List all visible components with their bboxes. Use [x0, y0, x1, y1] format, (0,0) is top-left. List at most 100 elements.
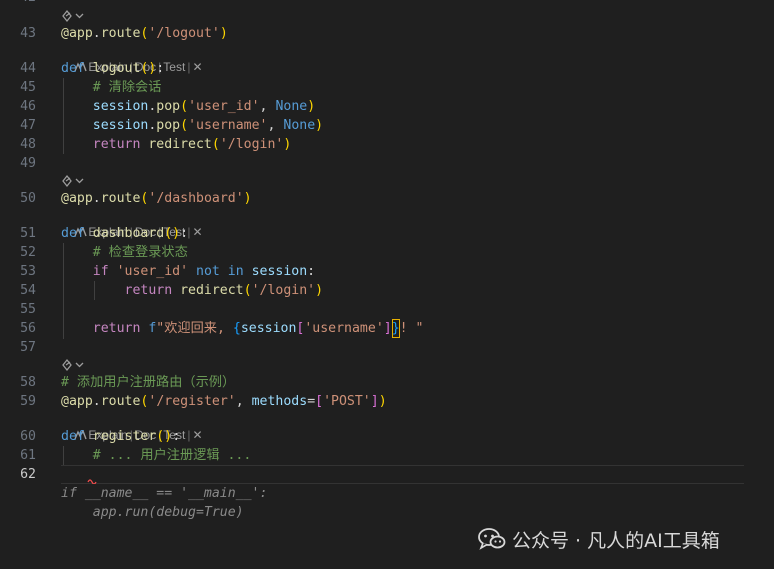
code-token: pop — [156, 99, 181, 114]
code-token: 'POST' — [323, 394, 371, 409]
code-token: methods — [251, 394, 308, 409]
code-line[interactable]: 47 session.pop('username', None) — [0, 116, 774, 135]
code-line[interactable]: 44 def logout(): — [0, 59, 774, 78]
line-number: 52 — [20, 245, 36, 260]
code-token: @app — [61, 26, 93, 41]
code-text: @app.route('/register', methods=['POST']… — [61, 392, 387, 411]
code-token: . — [92, 394, 101, 409]
code-token: return — [92, 137, 149, 152]
code-token: route — [100, 191, 141, 206]
code-token: ) — [315, 118, 324, 133]
code-token: '/login' — [251, 283, 316, 298]
code-token: . — [92, 26, 101, 41]
code-token: return — [92, 321, 149, 336]
code-token: "欢迎回来, — [156, 321, 233, 336]
code-line[interactable]: 57 — [0, 338, 774, 357]
line-number: 56 — [20, 321, 36, 336]
code-token: '/logout' — [148, 26, 220, 41]
code-line[interactable]: 51 def dashboard(): — [0, 224, 774, 243]
code-line[interactable]: 56 return f"欢迎回来, {session['username']}!… — [0, 319, 774, 338]
code-token: return — [124, 283, 181, 298]
line-number: 62 — [20, 467, 36, 482]
code-line[interactable]: 58 # 添加用户注册路由（示例） — [0, 373, 774, 392]
code-token: not in — [188, 264, 252, 279]
code-text: def logout(): — [61, 59, 164, 78]
ai-sparkle-icon[interactable] — [61, 358, 87, 372]
code-token: # ... 用户注册逻辑 ... — [92, 448, 252, 463]
code-token: [ — [315, 394, 324, 409]
line-number: 53 — [20, 264, 36, 279]
code-text: session.pop('username', None) — [61, 116, 323, 135]
line-number: 42 — [0, 0, 36, 7]
code-token: , — [259, 99, 276, 114]
code-line[interactable]: 52 # 检查登录状态 — [0, 243, 774, 262]
code-line[interactable]: 45 # 清除会话 — [0, 78, 774, 97]
code-text: if 'user_id' not in session: — [61, 262, 315, 281]
code-token: session — [92, 118, 149, 133]
code-token: if — [92, 264, 117, 279]
line-number: 49 — [20, 156, 36, 171]
code-line[interactable]: 49 — [0, 154, 774, 173]
code-token: , — [235, 394, 252, 409]
code-line[interactable]: 60 def register(): — [0, 427, 774, 446]
ai-sparkle-icon[interactable] — [61, 174, 87, 188]
code-line[interactable]: 43 @app.route('/logout') — [0, 24, 774, 43]
code-token: '/dashboard' — [148, 191, 244, 206]
watermark: 公众号 · 凡人的AI工具箱 — [478, 525, 720, 553]
code-token: None — [283, 118, 316, 133]
code-token: ( — [211, 137, 220, 152]
code-line[interactable]: 55 — [0, 300, 774, 319]
code-line[interactable]: 61 # ... 用户注册逻辑 ... — [0, 446, 774, 465]
code-token: redirect — [148, 137, 212, 152]
code-token: ) — [283, 137, 292, 152]
line-number: 48 — [20, 137, 36, 152]
code-token: ) — [243, 191, 252, 206]
code-token: () — [140, 61, 157, 76]
ai-sparkle-icon[interactable] — [61, 9, 87, 23]
code-line[interactable]: 62 — [0, 465, 774, 484]
code-token: ( — [243, 283, 252, 298]
code-token: () — [156, 429, 173, 444]
line-number: 54 — [20, 283, 36, 298]
code-text: # 检查登录状态 — [61, 243, 188, 262]
code-line[interactable]: 50 @app.route('/dashboard') — [0, 189, 774, 208]
code-token: = — [307, 394, 316, 409]
code-token: def — [61, 226, 93, 241]
codelens-actions: Explain | Doc | Test | ✕ — [61, 208, 203, 239]
code-line[interactable]: 54 return redirect('/login') — [0, 281, 774, 300]
line-number: 61 — [20, 448, 36, 463]
code-line[interactable]: 53 if 'user_id' not in session: — [0, 262, 774, 281]
code-token: : — [156, 61, 165, 76]
code-token: ) — [378, 394, 387, 409]
code-line[interactable]: 46 session.pop('user_id', None) — [0, 97, 774, 116]
line-number: 43 — [20, 26, 36, 41]
code-token: ] — [370, 394, 379, 409]
code-text: # ... 用户注册逻辑 ... — [61, 446, 252, 465]
code-line[interactable]: 59 @app.route('/register', methods=['POST… — [0, 392, 774, 411]
code-token: : — [180, 226, 189, 241]
code-token: register — [92, 429, 157, 444]
code-token: , — [267, 118, 284, 133]
code-token: 'username' — [188, 118, 268, 133]
code-token: route — [100, 394, 141, 409]
code-token: ] — [383, 321, 392, 336]
codelens-actions: Explain | Doc | Test | ✕ — [61, 43, 203, 74]
code-token: '/login' — [219, 137, 284, 152]
code-token: ) — [219, 26, 228, 41]
ghost-suggestion-line: if __name__ == '__main__': — [61, 486, 268, 501]
code-editor[interactable]: 42 Explain|Doc|Test|✕ Explain|Doc|Test|✕… — [0, 0, 774, 569]
line-number: 45 — [20, 80, 36, 95]
code-line[interactable]: 48 return redirect('/login') — [0, 135, 774, 154]
code-token: ) — [307, 99, 316, 114]
code-token: () — [164, 226, 181, 241]
line-number: 57 — [20, 340, 36, 355]
codelens-actions: Explain | Doc | Test | ✕ — [61, 411, 203, 442]
code-token: session — [240, 321, 297, 336]
line-number: 60 — [20, 429, 36, 444]
code-token: session — [92, 99, 149, 114]
